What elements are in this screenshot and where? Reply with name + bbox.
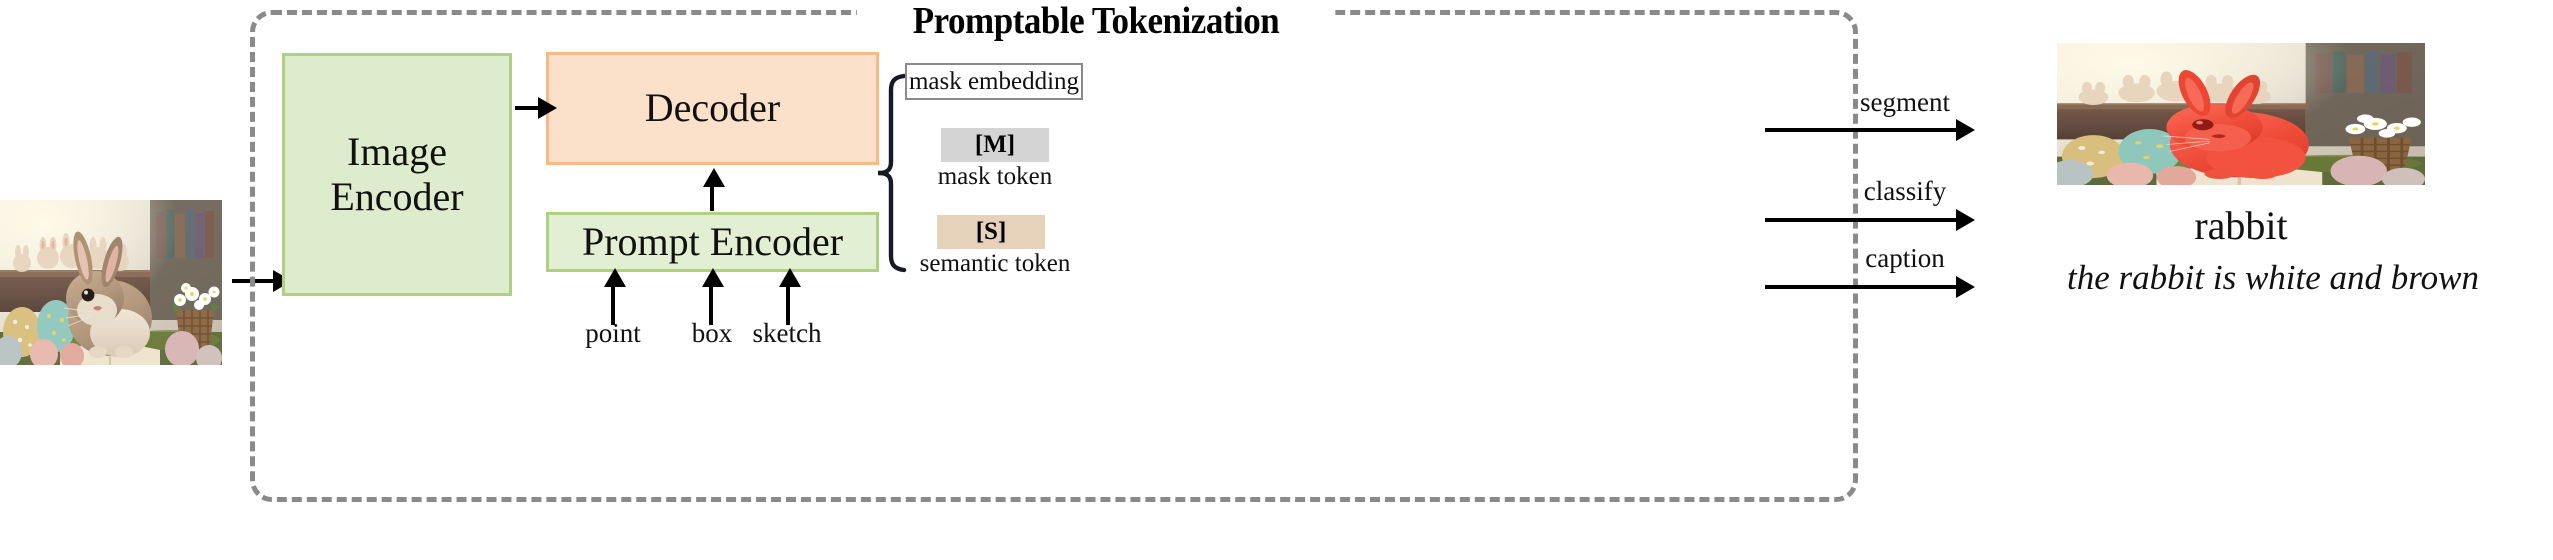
segmentation-output-image [2057,43,2425,185]
image-encoder-label-line1: Image [347,128,447,174]
arrow-segment-line [1765,128,1961,132]
decoder-node[interactable]: Decoder [546,52,879,165]
caption-output: the rabbit is white and brown [2067,258,2479,297]
arrow-segment-head [1956,119,1975,141]
image-encoder-label-line2: Encoder [330,173,464,219]
arrow-point-head [604,268,626,287]
image-encoder-node[interactable]: Image Encoder [282,53,512,296]
edge-label-segment: segment [1860,87,1950,117]
arrow-box-head [702,268,724,287]
figure-canvas: Promptable Tokenization Image Encoder De… [0,0,2553,560]
prompt-label-sketch: sketch [752,318,822,348]
edge-label-classify: classify [1863,176,1947,206]
semantic-token-caption: semantic token [919,250,1071,277]
input-image [0,200,222,365]
arrow-caption-line [1765,285,1961,289]
page-title: Promptable Tokenization [856,0,1336,44]
arrow-prompt-to-decoder-head [703,168,725,187]
mask-token-chip[interactable]: [M] [941,128,1049,162]
mask-token-chip-label: [M] [974,131,1016,158]
edge-label-caption: caption [1865,243,1945,273]
arrow-classify-head [1956,209,1975,231]
prompt-encoder-label: Prompt Encoder [581,218,844,264]
mask-embedding-label: mask embedding [908,67,1080,95]
prompt-encoder-node[interactable]: Prompt Encoder [546,212,879,272]
arrow-prompt-to-decoder-line [710,183,714,211]
arrow-encoder-to-decoder-head [538,97,557,119]
decoder-label: Decoder [644,85,781,131]
arrow-sketch-head [779,268,801,287]
prompt-label-point: point [585,318,641,348]
mask-embedding-chip[interactable]: mask embedding [905,63,1083,100]
classification-output: rabbit [2194,203,2288,248]
semantic-token-chip-label: [S] [975,218,1007,245]
mask-token-caption: mask token [937,163,1053,190]
semantic-token-chip[interactable]: [S] [937,215,1045,249]
arrow-classify-line [1765,218,1961,222]
arrow-caption-head [1956,276,1975,298]
